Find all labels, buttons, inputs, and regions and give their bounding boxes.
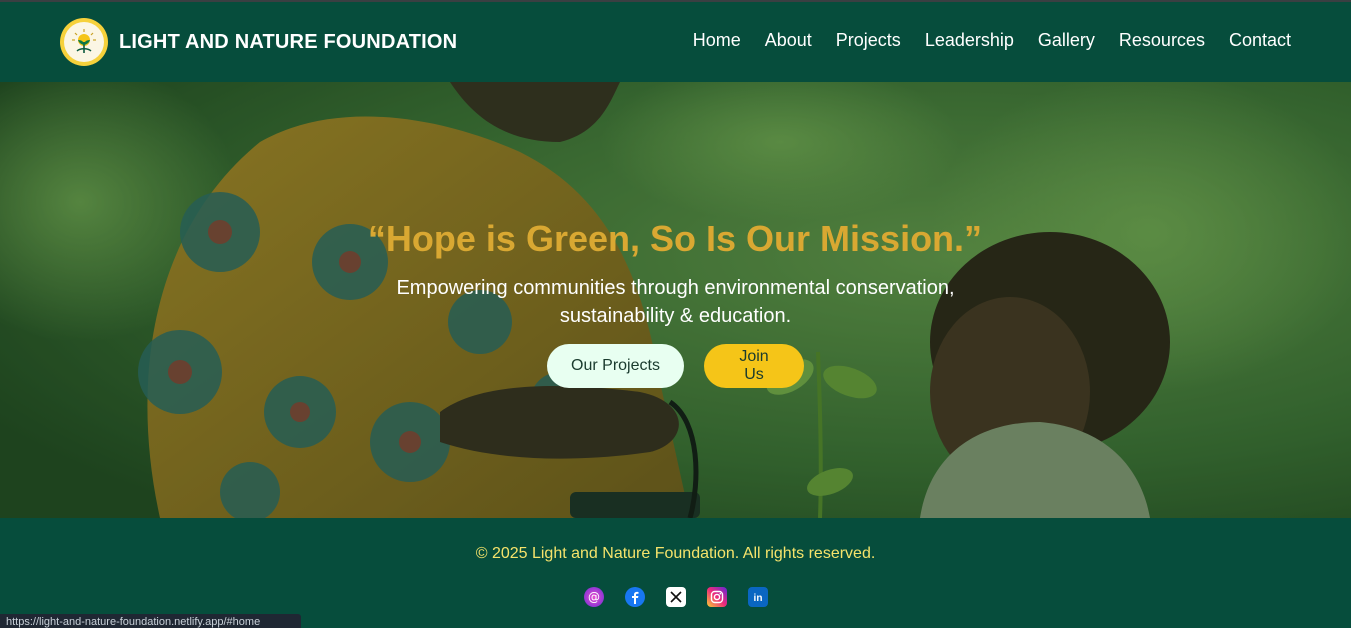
hero-subtitle: Empowering communities through environme… <box>396 277 955 327</box>
nav-projects[interactable]: Projects <box>836 30 901 51</box>
foundation-logo <box>60 18 108 66</box>
instagram-icon[interactable] <box>706 587 727 607</box>
linkedin-icon[interactable]: in <box>747 587 768 607</box>
nav-leadership[interactable]: Leadership <box>925 30 1014 51</box>
facebook-icon[interactable] <box>624 587 645 607</box>
nav-resources[interactable]: Resources <box>1119 30 1205 51</box>
x-icon[interactable] <box>665 587 686 607</box>
nav-gallery[interactable]: Gallery <box>1038 30 1095 51</box>
hero-content: “Hope is Green, So Is Our Mission.” Empo… <box>0 218 1351 388</box>
hero-title: “Hope is Green, So Is Our Mission.” <box>367 218 983 259</box>
svg-text:@: @ <box>588 590 600 604</box>
copyright-text: © 2025 Light and Nature Foundation. All … <box>475 545 876 562</box>
brand-name: LIGHT AND NATURE FOUNDATION <box>119 30 458 53</box>
sprout-sun-icon <box>72 29 96 53</box>
social-links: @ in <box>0 587 1351 607</box>
join-us-button[interactable]: Join Us <box>704 344 804 388</box>
main-nav: Home About Projects Leadership Gallery R… <box>693 30 1291 51</box>
hero-buttons: Our Projects Join Us <box>0 344 1351 388</box>
site-header: LIGHT AND NATURE FOUNDATION Home About P… <box>0 2 1351 82</box>
hero-section: “Hope is Green, So Is Our Mission.” Empo… <box>0 82 1351 518</box>
site-footer: © 2025 Light and Nature Foundation. All … <box>0 518 1351 628</box>
nav-about[interactable]: About <box>765 30 812 51</box>
brand[interactable]: LIGHT AND NATURE FOUNDATION <box>60 18 457 66</box>
nav-contact[interactable]: Contact <box>1229 30 1291 51</box>
browser-status-url: https://light-and-nature-foundation.netl… <box>0 614 301 628</box>
svg-text:in: in <box>753 593 762 603</box>
nav-home[interactable]: Home <box>693 30 741 51</box>
our-projects-button[interactable]: Our Projects <box>547 344 684 388</box>
threads-icon[interactable]: @ <box>583 587 604 607</box>
